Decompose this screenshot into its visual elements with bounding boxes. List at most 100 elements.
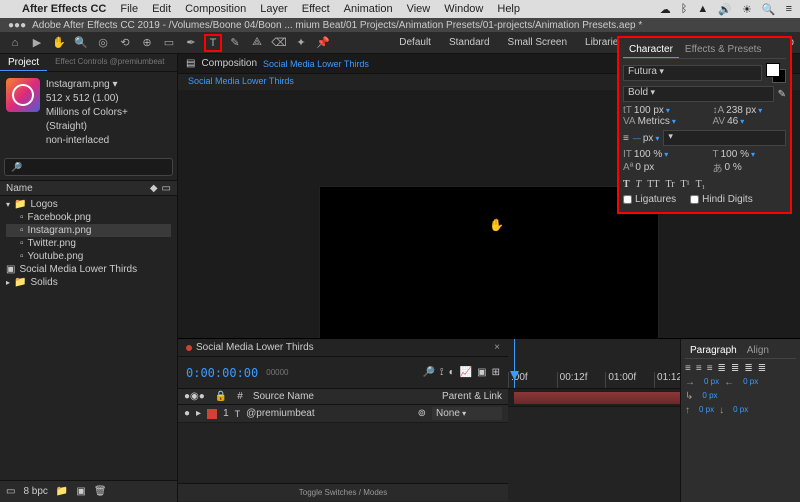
new-folder-icon[interactable]: 📁 — [56, 486, 68, 497]
tab-paragraph[interactable]: Paragraph — [685, 343, 742, 358]
leading-value[interactable]: 238 px — [726, 105, 756, 116]
selection-tool-icon[interactable]: ▶ — [28, 34, 46, 52]
tab-project[interactable]: Project — [0, 54, 47, 71]
roto-tool-icon[interactable]: ✦ — [292, 34, 310, 52]
align-center-icon[interactable]: ≡ — [696, 363, 702, 374]
search-system-icon[interactable]: 🔍 — [762, 3, 776, 16]
brush-tool-icon[interactable]: ✎ — [226, 34, 244, 52]
superscript-button[interactable]: T¹ — [681, 179, 690, 190]
tab-effects-presets[interactable]: Effects & Presets — [679, 42, 768, 58]
indent-left[interactable]: 0 px — [704, 377, 719, 388]
timeline-close-icon[interactable]: × — [494, 342, 500, 353]
toggle-switches-button[interactable]: Toggle Switches / Modes — [178, 483, 508, 501]
col-parent-link[interactable]: Parent & Link — [442, 391, 502, 402]
file-twitter[interactable]: ▫ Twitter.png — [6, 237, 171, 250]
playhead[interactable] — [514, 339, 515, 388]
justify-all-icon[interactable]: ≣ — [758, 363, 766, 374]
project-search-input[interactable]: 🔎 — [4, 158, 173, 176]
layer-row-1[interactable]: ● ▸ 1 T @premiumbeat ⊚ None ▾ — [178, 405, 508, 423]
hindi-digits-checkbox[interactable]: Hindi Digits — [690, 194, 753, 205]
trash-icon[interactable]: 🗑 — [94, 486, 107, 497]
align-left-icon[interactable]: ≡ — [685, 363, 691, 374]
kerning-value[interactable]: Metrics — [638, 116, 670, 127]
workspace-default[interactable]: Default — [399, 37, 431, 48]
label-column-icon[interactable]: ◆ — [150, 183, 158, 194]
project-panel: Project Effect Controls @premiumbeat Ins… — [0, 54, 178, 502]
hand-tool-icon[interactable]: ✋ — [50, 34, 68, 52]
align-right-icon[interactable]: ≡ — [707, 363, 713, 374]
folder-solids[interactable]: 📁 Solids — [6, 276, 171, 289]
anchor-tool-icon[interactable]: ⊕ — [138, 34, 156, 52]
search-layer-icon[interactable]: 🔎 — [422, 367, 434, 378]
file-facebook[interactable]: ▫ Facebook.png — [6, 211, 171, 224]
menu-icon[interactable]: ≡ — [786, 3, 792, 16]
rotate-tool-icon[interactable]: ⟲ — [116, 34, 134, 52]
frame-blend-icon[interactable]: ⊞ — [492, 367, 500, 378]
folder-logos[interactable]: 📁 Logos — [6, 198, 171, 211]
timeline-tab[interactable]: Social Media Lower Thirds — [196, 342, 314, 353]
pen-tool-icon[interactable]: ✒ — [182, 34, 200, 52]
zoom-tool-icon[interactable]: 🔍 — [72, 34, 90, 52]
menu-effect[interactable]: Effect — [302, 3, 330, 15]
home-icon[interactable]: ⌂ — [6, 34, 24, 52]
menu-view[interactable]: View — [407, 3, 431, 15]
menu-animation[interactable]: Animation — [344, 3, 393, 15]
menu-file[interactable]: File — [120, 3, 138, 15]
file-instagram[interactable]: ▫ Instagram.png — [6, 224, 171, 237]
baseline-value[interactable]: 0 px — [635, 162, 654, 173]
eraser-tool-icon[interactable]: ⌫ — [270, 34, 288, 52]
subscript-button[interactable]: T₁ — [696, 179, 706, 190]
puppet-tool-icon[interactable]: 📌 — [314, 34, 332, 52]
tab-character[interactable]: Character — [623, 42, 679, 58]
layer-name[interactable]: @premiumbeat — [246, 408, 411, 419]
justify-l-icon[interactable]: ≣ — [718, 363, 726, 374]
menu-layer[interactable]: Layer — [260, 3, 288, 15]
font-family-dropdown[interactable]: Futura ▾ — [623, 65, 762, 81]
menu-composition[interactable]: Composition — [185, 3, 246, 15]
tsume-value[interactable]: 0 % — [725, 162, 742, 173]
font-size-value[interactable]: 100 px — [634, 105, 664, 116]
justify-c-icon[interactable]: ≣ — [731, 363, 739, 374]
menu-help[interactable]: Help — [497, 3, 520, 15]
clone-tool-icon[interactable]: ⟁ — [248, 34, 266, 52]
shape-tool-icon[interactable]: ▭ — [160, 34, 178, 52]
workspace-small[interactable]: Small Screen — [508, 37, 567, 48]
composition-name-link[interactable]: Social Media Lower Thirds — [263, 59, 369, 69]
hscale-value[interactable]: 100 % — [721, 149, 749, 160]
draft3d-icon[interactable]: ▣ — [477, 367, 486, 378]
col-source-name[interactable]: Source Name — [253, 391, 314, 402]
color-swatch[interactable] — [766, 63, 786, 83]
ligatures-checkbox[interactable]: Ligatures — [623, 194, 676, 205]
file-youtube[interactable]: ▫ Youtube.png — [6, 250, 171, 263]
faux-bold-button[interactable]: T — [623, 179, 630, 190]
comp-item[interactable]: ▣ Social Media Lower Thirds — [6, 263, 171, 276]
tab-effect-controls[interactable]: Effect Controls @premiumbeat — [47, 54, 172, 71]
type-column-icon[interactable]: ▭ — [162, 183, 171, 194]
app-name[interactable]: After Effects CC — [22, 3, 106, 15]
workspace-standard[interactable]: Standard — [449, 37, 490, 48]
justify-r-icon[interactable]: ≣ — [744, 363, 752, 374]
font-style-dropdown[interactable]: Bold ▾ — [623, 86, 774, 102]
menu-edit[interactable]: Edit — [152, 3, 171, 15]
column-name[interactable]: Name — [6, 183, 33, 194]
tracking-value[interactable]: 46 — [727, 116, 738, 127]
type-tool-icon[interactable]: T — [204, 34, 222, 52]
eyedropper-icon[interactable]: ✎ — [778, 89, 786, 100]
graph-icon[interactable]: 📈 — [460, 367, 472, 378]
bit-depth[interactable]: 8 bpc — [23, 486, 47, 497]
parent-link-dropdown[interactable]: None ▾ — [432, 407, 502, 420]
menu-window[interactable]: Window — [444, 3, 483, 15]
stroke-style-dropdown[interactable]: ▾ — [663, 130, 786, 146]
orbit-tool-icon[interactable]: ◎ — [94, 34, 112, 52]
new-comp-icon[interactable]: ▣ — [76, 486, 85, 497]
current-timecode[interactable]: 0:00:00:00 — [186, 366, 258, 380]
tab-align[interactable]: Align — [742, 343, 774, 358]
shy-icon[interactable]: ⟟ — [440, 367, 444, 378]
smallcaps-button[interactable]: Tr — [665, 179, 674, 190]
faux-italic-button[interactable]: T — [636, 179, 642, 190]
vscale-value[interactable]: 100 % — [634, 149, 662, 160]
asset-thumbnail[interactable] — [6, 78, 40, 112]
allcaps-button[interactable]: TT — [647, 179, 659, 190]
motionblur-icon[interactable]: ◐ — [449, 367, 455, 378]
interpret-icon[interactable]: ▭ — [6, 486, 15, 497]
